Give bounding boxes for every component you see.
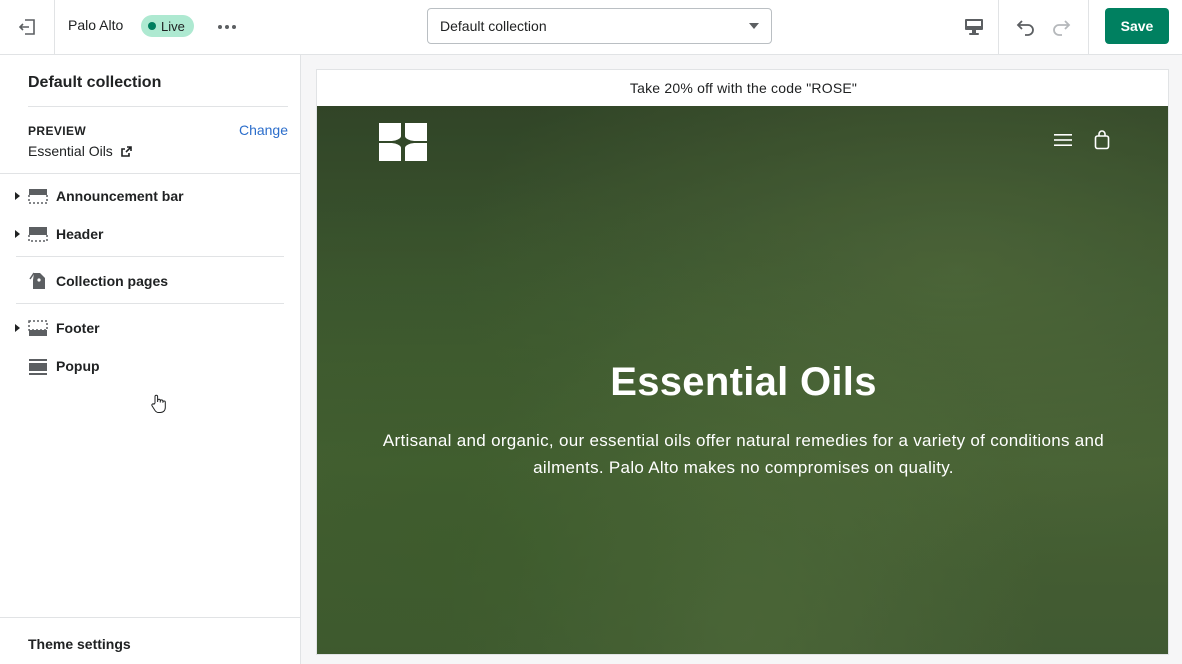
store-preview-frame: Take 20% off with the code "ROSE" Essent… (316, 69, 1169, 655)
collection-hero: Essential Oils Artisanal and organic, ou… (317, 106, 1168, 654)
collection-title: Essential Oils (610, 360, 877, 404)
editor-sidebar: Default collection PREVIEW Change Essent… (0, 55, 301, 664)
redo-button[interactable] (1047, 12, 1077, 42)
chevron-right-icon (15, 192, 20, 200)
section-label: Footer (56, 320, 100, 336)
chevron-right-icon (15, 324, 20, 332)
exit-icon (18, 19, 35, 35)
redo-icon (1053, 20, 1071, 36)
preview-resource-name: Essential Oils (28, 143, 113, 159)
undo-button[interactable] (1010, 12, 1040, 42)
desktop-icon (964, 19, 983, 35)
section-label: Header (56, 226, 104, 242)
footer-section-icon (28, 320, 48, 336)
section-label: Announcement bar (56, 188, 184, 204)
announcement-text: Take 20% off with the code "ROSE" (629, 80, 858, 96)
template-select[interactable]: Default collection (427, 8, 772, 44)
announcement-bar[interactable]: Take 20% off with the code "ROSE" (317, 70, 1168, 106)
sidebar-title: Default collection (28, 74, 162, 91)
live-dot-icon (148, 22, 156, 30)
desktop-preview-button[interactable] (949, 0, 999, 54)
preview-label: PREVIEW (28, 124, 87, 138)
live-badge-label: Live (161, 18, 185, 34)
topbar-divider (1088, 0, 1089, 54)
sidebar-divider (16, 256, 284, 257)
undo-icon (1016, 20, 1034, 36)
chevron-right-icon (15, 230, 20, 238)
more-horizontal-icon (218, 25, 236, 29)
collection-description: Artisanal and organic, our essential oil… (382, 431, 1105, 477)
section-label: Collection pages (56, 273, 169, 289)
popup-section-icon (29, 359, 47, 375)
collection-tags-icon (29, 272, 45, 289)
change-preview-link[interactable]: Change (239, 122, 288, 138)
hand-cursor-icon (151, 394, 166, 413)
shopping-bag-icon[interactable] (1094, 130, 1110, 150)
store-header-icons (1054, 130, 1110, 150)
external-link-icon (121, 145, 132, 157)
sidebar-divider (16, 303, 284, 304)
announcement-bar-icon (28, 189, 48, 204)
sidebar-divider (0, 173, 300, 174)
section-header[interactable]: Header (0, 218, 300, 250)
live-status-badge: Live (141, 15, 194, 37)
template-select-value: Default collection (440, 18, 547, 34)
section-announcement-bar[interactable]: Announcement bar (0, 180, 300, 212)
menu-icon[interactable] (1054, 133, 1072, 147)
theme-name: Palo Alto (68, 17, 124, 33)
theme-settings-label: Theme settings (28, 636, 131, 652)
header-section-icon (28, 227, 48, 242)
save-button[interactable]: Save (1105, 8, 1169, 44)
exit-button[interactable] (0, 0, 55, 54)
more-actions-button[interactable] (212, 13, 242, 41)
theme-settings-link[interactable]: Theme settings (0, 617, 300, 664)
preview-resource[interactable]: Essential Oils (28, 143, 132, 159)
editor-topbar: Palo Alto Live Default collection Save (0, 0, 1182, 55)
sidebar-divider (28, 106, 288, 107)
section-popup[interactable]: Popup (0, 350, 300, 382)
store-logo-icon[interactable] (377, 121, 429, 163)
section-footer[interactable]: Footer (0, 312, 300, 344)
section-label: Popup (56, 358, 100, 374)
caret-down-icon (749, 23, 759, 29)
section-collection-pages[interactable]: Collection pages (0, 265, 300, 297)
